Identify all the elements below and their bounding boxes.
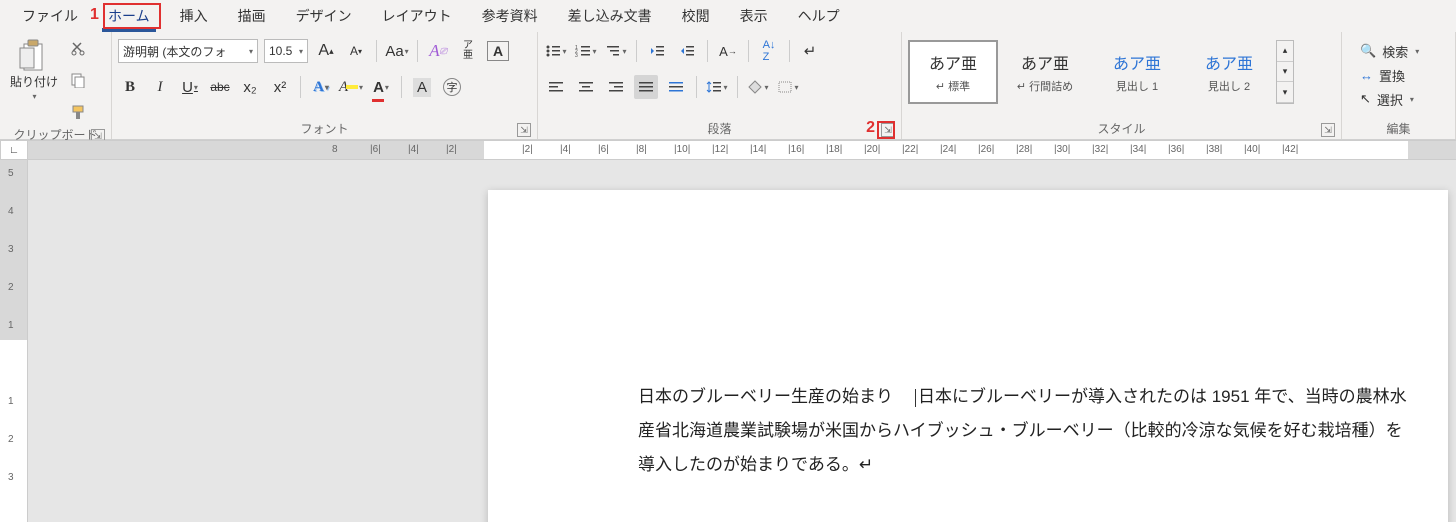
align-center-button[interactable] [574, 75, 598, 99]
annotation-box-1 [103, 3, 161, 29]
svg-text:3: 3 [575, 53, 578, 58]
borders-button[interactable]: ▾ [776, 75, 800, 99]
show-marks-button[interactable]: ↵ [798, 39, 822, 63]
tab-view[interactable]: 表示 [726, 2, 782, 30]
select-button[interactable]: ↖選択▾ [1356, 88, 1423, 110]
group-styles: あア亜↵ 標準 あア亜↵ 行間詰め あア亜見出し 1 あア亜見出し 2 ▴▾▾ … [902, 32, 1342, 139]
grow-font-button[interactable]: A▴ [314, 39, 338, 63]
increase-indent-button[interactable] [675, 39, 699, 63]
paste-label: 貼り付け▾ [10, 76, 58, 102]
replace-icon: ↔ [1360, 68, 1373, 83]
bullets-button[interactable]: ▾ [544, 39, 568, 63]
change-case-button[interactable]: Aa▾ [385, 39, 409, 63]
ribbon-tabs: ファイル ホーム 挿入 描画 デザイン レイアウト 参考資料 差し込み文書 校閲… [0, 0, 1456, 32]
document-area: 54321123 日本のブルーベリー生産の始まり日本にブルーベリーが導入されたの… [0, 160, 1456, 522]
doc-title: 日本のブルーベリー生産の始まり [638, 387, 893, 406]
sort-button[interactable]: A↓Z [757, 39, 781, 63]
paste-button[interactable]: 貼り付け▾ [6, 36, 62, 104]
font-launcher[interactable]: ⇲ [517, 123, 531, 137]
style-nospacing[interactable]: あア亜↵ 行間詰め [1000, 40, 1090, 104]
decrease-indent-button[interactable] [645, 39, 669, 63]
subscript-button[interactable]: x₂ [238, 75, 262, 99]
paste-icon [16, 38, 52, 74]
format-painter-button[interactable] [66, 100, 90, 124]
tab-draw[interactable]: 描画 [224, 2, 280, 30]
group-editing: 🔍検索▾ ↔置換 ↖選択▾ 編集 [1342, 32, 1456, 139]
paragraph-group-label: 段落 [707, 120, 731, 137]
editing-group-label: 編集 [1386, 120, 1410, 137]
tab-help[interactable]: ヘルプ [784, 2, 854, 30]
tab-design[interactable]: デザイン [282, 2, 366, 30]
char-border-button[interactable]: A [486, 39, 510, 63]
horizontal-ruler[interactable]: 8|6||4||2||2||4||6||8||10||12||14||16||1… [28, 140, 1456, 160]
align-justify-button[interactable] [634, 75, 658, 99]
annotation-box-2 [877, 121, 895, 139]
document-text[interactable]: 日本のブルーベリー生産の始まり日本にブルーベリーが導入されたのは 1951 年で… [638, 380, 1418, 482]
ribbon-body: 貼り付け▾ クリップボード⇲ 游明朝 (本文のフォ▾ 10.5▾ A▴ A▾ [0, 32, 1456, 140]
tab-references[interactable]: 参考資料 [468, 2, 552, 30]
vertical-ruler[interactable]: 54321123 [0, 160, 28, 522]
enclose-char-button[interactable]: 字 [440, 75, 464, 99]
strike-button[interactable]: abc [208, 75, 232, 99]
annotation-marker-1: 1 [90, 6, 99, 24]
align-right-button[interactable] [604, 75, 628, 99]
styles-launcher[interactable]: ⇲ [1321, 123, 1335, 137]
tab-insert[interactable]: 挿入 [166, 2, 222, 30]
styles-group-label: スタイル [1097, 120, 1145, 137]
align-distributed-button[interactable] [664, 75, 688, 99]
phonetic-guide-button[interactable]: ア亜 [456, 39, 480, 63]
style-heading2[interactable]: あア亜見出し 2 [1184, 40, 1274, 104]
font-name-combo[interactable]: 游明朝 (本文のフォ▾ [118, 39, 258, 63]
font-group-label: フォント [300, 120, 348, 137]
page: 日本のブルーベリー生産の始まり日本にブルーベリーが導入されたのは 1951 年で… [488, 190, 1448, 522]
highlight-button[interactable]: A▾ [339, 75, 363, 99]
shading-button[interactable]: ▾ [746, 75, 770, 99]
tab-layout[interactable]: レイアウト [368, 2, 466, 30]
style-gallery: あア亜↵ 標準 あア亜↵ 行間詰め あア亜見出し 1 あア亜見出し 2 ▴▾▾ [908, 36, 1294, 108]
shrink-font-button[interactable]: A▾ [344, 39, 368, 63]
italic-button[interactable]: I [148, 75, 172, 99]
group-font: 游明朝 (本文のフォ▾ 10.5▾ A▴ A▾ Aa▾ A⎚ ア亜 A B I … [112, 32, 538, 139]
numbering-button[interactable]: 123▾ [574, 39, 598, 63]
bold-button[interactable]: B [118, 75, 142, 99]
align-left-button[interactable] [544, 75, 568, 99]
ruler-row: ∟ 8|6||4||2||2||4||6||8||10||12||14||16|… [0, 140, 1456, 160]
cursor-icon: ↖ [1360, 91, 1371, 107]
replace-button[interactable]: ↔置換 [1356, 64, 1423, 86]
text-cursor [915, 389, 916, 407]
font-color-button[interactable]: A▾ [369, 75, 393, 99]
line-spacing-button[interactable]: ▾ [705, 75, 729, 99]
annotation-marker-2: 2 [866, 119, 875, 137]
clear-format-button[interactable]: A⎚ [426, 39, 450, 63]
cut-button[interactable] [66, 36, 90, 60]
copy-button[interactable] [66, 68, 90, 92]
text-effects-button[interactable]: A▾ [309, 75, 333, 99]
superscript-button[interactable]: x² [268, 75, 292, 99]
underline-button[interactable]: U▾ [178, 75, 202, 99]
style-scroll[interactable]: ▴▾▾ [1276, 40, 1294, 104]
group-paragraph: ▾ 123▾ ▾ A→ A↓Z ↵ [538, 32, 902, 139]
tab-mailings[interactable]: 差し込み文書 [554, 2, 666, 30]
char-shading-button[interactable]: A [410, 75, 434, 99]
multilevel-button[interactable]: ▾ [604, 39, 628, 63]
group-clipboard: 貼り付け▾ クリップボード⇲ [0, 32, 112, 139]
tab-review[interactable]: 校閲 [668, 2, 724, 30]
style-heading1[interactable]: あア亜見出し 1 [1092, 40, 1182, 104]
style-normal[interactable]: あア亜↵ 標準 [908, 40, 998, 104]
search-icon: 🔍 [1360, 43, 1376, 59]
ltr-button[interactable]: A→ [716, 39, 740, 63]
document-canvas[interactable]: 日本のブルーベリー生産の始まり日本にブルーベリーが導入されたのは 1951 年で… [28, 160, 1456, 522]
tab-file[interactable]: ファイル [8, 2, 92, 30]
font-size-combo[interactable]: 10.5▾ [264, 39, 308, 63]
ribbon: 1 ファイル ホーム 挿入 描画 デザイン レイアウト 参考資料 差し込み文書 … [0, 0, 1456, 140]
find-button[interactable]: 🔍検索▾ [1356, 40, 1423, 62]
